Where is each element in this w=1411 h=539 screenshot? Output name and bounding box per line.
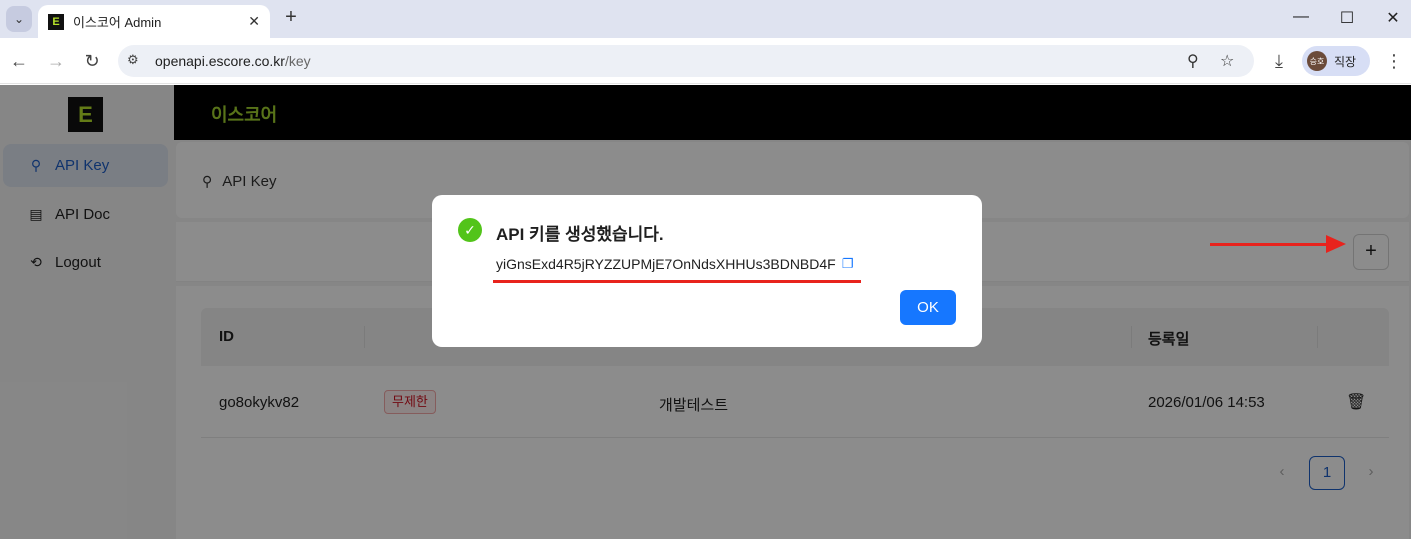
annotation-underline <box>493 280 861 283</box>
tab-close-icon[interactable]: ✕ <box>248 13 260 30</box>
browser-tab[interactable]: E 이스코어 Admin ✕ <box>38 5 270 38</box>
new-tab-button[interactable]: + <box>280 7 302 29</box>
profile-button[interactable]: 승호 직장 <box>1302 46 1370 76</box>
url-text: openapi.escore.co.kr/key <box>155 53 311 69</box>
browser-toolbar: ← → ↻ ⚙ openapi.escore.co.kr/key ⚲ ☆ ⤓ 승… <box>0 38 1411 84</box>
forward-icon[interactable]: → <box>45 50 67 72</box>
avatar: 승호 <box>1307 51 1327 71</box>
annotation-arrow-head <box>1326 235 1346 253</box>
favicon-icon: E <box>48 13 64 30</box>
site-info-icon[interactable]: ⚙ <box>127 52 139 68</box>
browser-menu-icon[interactable]: ⋮ <box>1383 50 1405 72</box>
download-icon[interactable]: ⤓ <box>1268 50 1290 72</box>
window-close-icon[interactable]: ✕ <box>1382 8 1404 30</box>
copy-icon[interactable]: ❐ <box>842 256 854 272</box>
browser-titlebar: ⌄ E 이스코어 Admin ✕ + — ☐ ✕ <box>0 0 1411 38</box>
tab-search-dropdown[interactable]: ⌄ <box>6 6 32 32</box>
address-bar[interactable]: ⚙ openapi.escore.co.kr/key ⚲ ☆ <box>118 45 1254 77</box>
ok-button[interactable]: OK <box>900 290 956 325</box>
zoom-icon[interactable]: ⚲ <box>1187 51 1199 71</box>
maximize-icon[interactable]: ☐ <box>1336 8 1358 30</box>
back-icon[interactable]: ← <box>8 50 30 72</box>
annotation-arrow <box>1210 243 1328 246</box>
success-check-icon: ✓ <box>458 218 482 242</box>
reload-icon[interactable]: ↻ <box>81 50 103 72</box>
api-key-value: yiGnsExd4R5jRYZZUPMjE7OnNdsXHHUs3BDNBD4F… <box>496 256 854 272</box>
dialog-title: API 키를 생성했습니다. <box>496 225 664 244</box>
profile-name: 직장 <box>1334 54 1357 69</box>
minimize-icon[interactable]: — <box>1290 8 1312 30</box>
api-key-created-dialog: ✓ API 키를 생성했습니다. yiGnsExd4R5jRYZZUPMjE7O… <box>432 195 982 347</box>
bookmark-star-icon[interactable]: ☆ <box>1220 51 1234 71</box>
tab-title: 이스코어 Admin <box>73 15 162 30</box>
